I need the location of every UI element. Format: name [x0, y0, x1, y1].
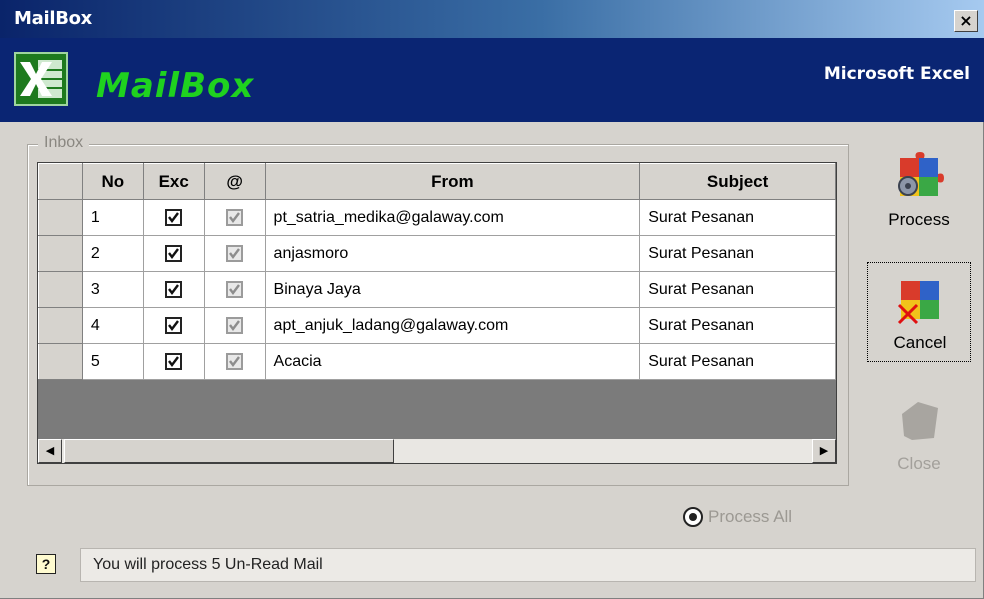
mailbox-window: MailBox × MailBox Microsoft Excel Inbox — [0, 0, 984, 599]
cell-no: 2 — [81, 235, 144, 272]
cell-exc — [142, 343, 205, 380]
cell-from: pt_satria_medika@galaway.com — [264, 199, 641, 236]
cell-read — [203, 343, 266, 380]
table-header-row: No Exc @ From Subject — [38, 163, 836, 200]
exc-checkbox[interactable] — [165, 244, 183, 262]
close-button-label: Close — [897, 454, 941, 473]
read-checkbox — [226, 352, 244, 370]
cell-subject: Surat Pesanan — [639, 235, 836, 272]
close-window-button[interactable]: × — [954, 10, 978, 32]
exc-checkbox[interactable] — [165, 352, 183, 370]
process-all-label[interactable]: Process All — [708, 507, 792, 527]
scrollbar-thumb[interactable] — [64, 439, 394, 463]
arrow-left-icon: ◀ — [45, 445, 55, 457]
cell-exc — [142, 199, 205, 236]
scroll-left-button[interactable]: ◀ — [38, 439, 62, 463]
window-title: MailBox — [14, 8, 92, 29]
app-name: MailBox — [96, 66, 255, 106]
cell-exc — [142, 235, 205, 272]
process-button[interactable]: Process — [867, 140, 971, 240]
cell-exc — [142, 271, 205, 308]
exc-checkbox[interactable] — [165, 208, 183, 226]
close-button[interactable]: Close — [867, 384, 971, 484]
cell-read — [203, 199, 266, 236]
status-bar: You will process 5 Un-Read Mail — [80, 548, 976, 582]
cell-from: Binaya Jaya — [264, 271, 641, 308]
cell-from: anjasmoro — [264, 235, 641, 272]
cell-no: 3 — [81, 271, 144, 308]
inbox-grid[interactable]: No Exc @ From Subject 1 pt_satria_medika@… — [37, 162, 837, 464]
arrow-right-icon: ▶ — [819, 445, 829, 457]
cell-read — [203, 271, 266, 308]
cell-exc — [142, 307, 205, 344]
close-icon: × — [959, 11, 973, 30]
process-button-label: Process — [888, 210, 950, 229]
title-bar[interactable]: MailBox × — [0, 0, 984, 38]
puzzle-close-icon — [902, 402, 938, 440]
cell-no: 5 — [81, 343, 144, 380]
table-row[interactable]: 5 Acacia Surat Pesanan — [38, 343, 836, 380]
exc-checkbox[interactable] — [165, 316, 183, 334]
read-checkbox — [226, 208, 244, 226]
read-checkbox — [226, 316, 244, 334]
column-header-from[interactable]: From — [264, 163, 641, 200]
exc-checkbox[interactable] — [165, 280, 183, 298]
cell-no: 1 — [81, 199, 144, 236]
cancel-button[interactable]: Cancel — [867, 262, 971, 362]
row-header[interactable] — [38, 199, 83, 236]
puzzle-cancel-icon — [897, 281, 939, 325]
inbox-table: No Exc @ From Subject 1 pt_satria_medika@… — [38, 163, 836, 380]
cell-no: 4 — [81, 307, 144, 344]
table-row[interactable]: 1 pt_satria_medika@galaway.com Surat Pesan… — [38, 199, 836, 236]
row-header[interactable] — [38, 343, 83, 380]
cancel-button-label: Cancel — [893, 333, 947, 352]
column-header-subject[interactable]: Subject — [639, 163, 836, 200]
puzzle-gear-icon — [898, 152, 944, 196]
read-checkbox — [226, 280, 244, 298]
column-header-read[interactable]: @ — [203, 163, 266, 200]
horizontal-scrollbar[interactable]: ◀ ▶ — [38, 439, 836, 463]
cell-read — [203, 235, 266, 272]
row-header[interactable] — [38, 235, 83, 272]
cell-subject: Surat Pesanan — [639, 199, 836, 236]
column-header-no[interactable]: No — [81, 163, 144, 200]
excel-icon — [14, 52, 68, 106]
scroll-right-button[interactable]: ▶ — [812, 439, 836, 463]
header-banner: MailBox Microsoft Excel — [0, 38, 984, 122]
row-header-corner — [38, 163, 83, 200]
cell-from: Acacia — [264, 343, 641, 380]
cell-subject: Surat Pesanan — [639, 271, 836, 308]
help-icon[interactable]: ? — [36, 554, 56, 574]
row-header[interactable] — [38, 307, 83, 344]
table-row[interactable]: 2 anjasmoro Surat Pesanan — [38, 235, 836, 272]
cell-read — [203, 307, 266, 344]
read-checkbox — [226, 244, 244, 262]
cell-subject: Surat Pesanan — [639, 343, 836, 380]
process-all-radio[interactable] — [683, 507, 703, 527]
row-header[interactable] — [38, 271, 83, 308]
column-header-exc[interactable]: Exc — [142, 163, 205, 200]
table-row[interactable]: 4 apt_anjuk_ladang@galaway.com Surat Pesan… — [38, 307, 836, 344]
cell-from: apt_anjuk_ladang@galaway.com — [264, 307, 641, 344]
table-row[interactable]: 3 Binaya Jaya Surat Pesanan — [38, 271, 836, 308]
inbox-label: Inbox — [38, 134, 90, 152]
cell-subject: Surat Pesanan — [639, 307, 836, 344]
product-name: Microsoft Excel — [823, 64, 970, 84]
